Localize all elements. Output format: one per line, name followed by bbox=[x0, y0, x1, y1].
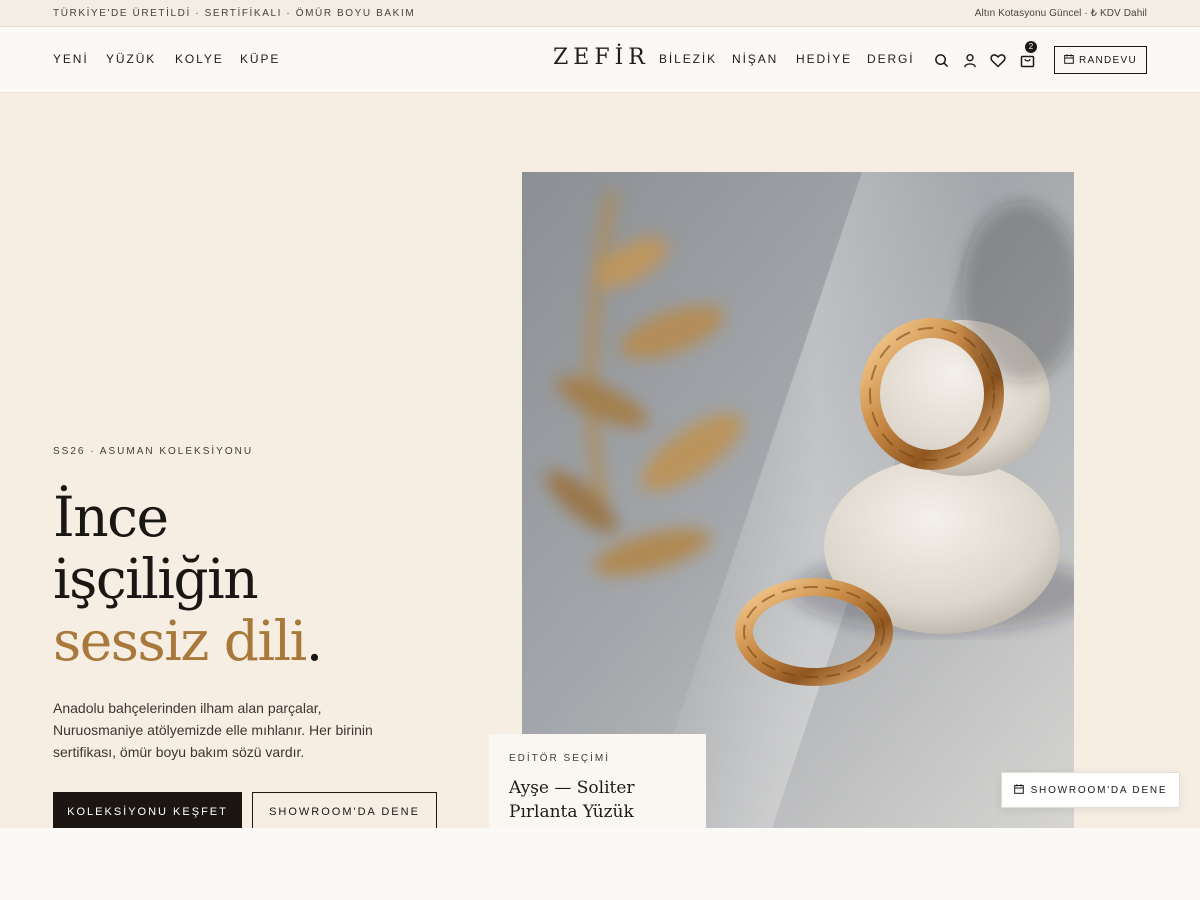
collection-eyebrow: SS26 · ASUMAN KOLEKSİYONU bbox=[53, 446, 254, 457]
heart-icon[interactable] bbox=[989, 51, 1007, 69]
headline-line-2: işçiliğin bbox=[53, 547, 259, 611]
appointment-button[interactable]: RANDEVU bbox=[1054, 46, 1147, 74]
announcement-bar: TÜRKİYE'DE ÜRETİLDİ · SERTİFİKALI · ÖMÜR… bbox=[0, 0, 1200, 27]
announcement-left: TÜRKİYE'DE ÜRETİLDİ · SERTİFİKALI · ÖMÜR… bbox=[53, 7, 416, 19]
nav-link-kolye[interactable]: KOLYE bbox=[175, 52, 224, 66]
brand-logo[interactable]: ZEFİR bbox=[553, 45, 650, 70]
site-header: YENİ YÜZÜK KOLYE KÜPE ZEFİR BİLEZİK NİŞA… bbox=[0, 27, 1200, 93]
bag-icon[interactable] bbox=[1018, 51, 1036, 69]
appointment-label: RANDEVU bbox=[1079, 54, 1137, 66]
nav-link-hediye[interactable]: HEDİYE bbox=[796, 52, 852, 66]
calendar-icon bbox=[1064, 53, 1074, 67]
hero-product-photo bbox=[522, 172, 1074, 828]
nav-link-nisan[interactable]: NİŞAN bbox=[732, 52, 778, 66]
user-icon[interactable] bbox=[961, 51, 979, 69]
editors-pick-label: EDİTÖR SEÇİMİ bbox=[509, 753, 611, 764]
nav-link-bilezik[interactable]: BİLEZİK bbox=[659, 52, 717, 66]
nav-link-yuzuk[interactable]: YÜZÜK bbox=[106, 52, 156, 66]
try-in-showroom-button[interactable]: SHOWROOM'DA DENE bbox=[252, 792, 437, 832]
nav-link-dergi[interactable]: DERGİ bbox=[867, 52, 915, 66]
nav-link-yeni[interactable]: YENİ bbox=[53, 52, 89, 66]
headline-accent: sessiz dili bbox=[53, 609, 307, 673]
hero-description: Anadolu bahçelerinden ilham alan parçala… bbox=[53, 700, 373, 760]
hero-headline: İnce işçiliğin sessiz dili. bbox=[53, 485, 323, 673]
editors-pick-card[interactable]: EDİTÖR SEÇİMİ Ayşe — Soliter Pırlanta Yü… bbox=[489, 734, 706, 834]
cart-count-badge: 2 bbox=[1025, 41, 1037, 53]
editors-pick-title: Ayşe — Soliter Pırlanta Yüzük bbox=[509, 778, 635, 822]
search-icon[interactable] bbox=[932, 51, 950, 69]
floating-showroom-button[interactable]: SHOWROOM'DA DENE bbox=[1001, 772, 1180, 808]
announcement-right: Altın Kotasyonu Güncel · ₺ KDV Dahil bbox=[974, 7, 1147, 19]
explore-collection-button[interactable]: KOLEKSİYONU KEŞFET bbox=[53, 792, 242, 832]
floating-showroom-label: SHOWROOM'DA DENE bbox=[1030, 784, 1168, 796]
gold-hoop-earrings-image bbox=[522, 172, 1074, 828]
calendar-icon bbox=[1013, 783, 1024, 797]
nav-link-kupe[interactable]: KÜPE bbox=[240, 52, 280, 66]
headline-period: . bbox=[305, 609, 323, 673]
below-fold-area bbox=[0, 828, 1200, 900]
headline-line-1: İnce bbox=[53, 485, 169, 549]
